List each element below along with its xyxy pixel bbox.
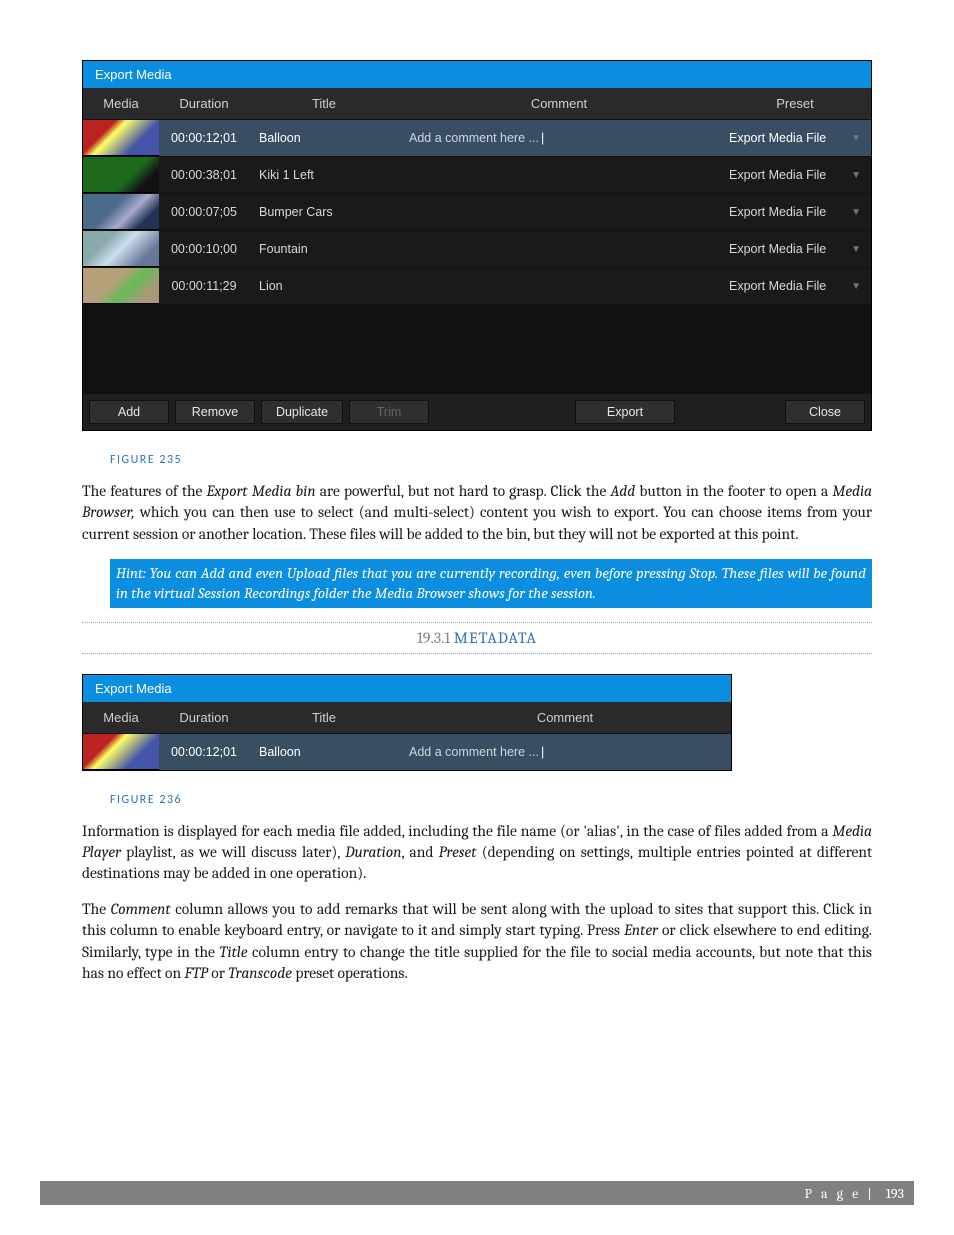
preset-cell[interactable]: Export Media File ▼ xyxy=(719,194,871,230)
col-media-header: Media xyxy=(83,88,159,119)
media-thumbnail xyxy=(83,231,159,267)
preset-label: Export Media File xyxy=(729,131,826,145)
panel-title: Export Media xyxy=(83,61,871,88)
col-preset-header: Preset xyxy=(719,88,871,119)
export-button[interactable]: Export xyxy=(575,400,675,424)
col-title-header: Title xyxy=(249,88,399,119)
preset-cell[interactable]: Export Media File ▼ xyxy=(719,120,871,156)
close-button[interactable]: Close xyxy=(785,400,865,424)
figure-caption-236: FIGURE 236 xyxy=(110,793,872,807)
comment-placeholder: Add a comment here ... xyxy=(409,131,544,145)
title-cell[interactable]: Balloon xyxy=(249,734,399,770)
duplicate-button[interactable]: Duplicate xyxy=(261,400,343,424)
remove-button[interactable]: Remove xyxy=(175,400,255,424)
page-footer: P a g e | 193 xyxy=(40,1181,914,1205)
table-row[interactable]: 00:00:07;05Bumper Cars Export Media File ▼ xyxy=(83,193,871,230)
preset-label: Export Media File xyxy=(729,205,826,219)
title-cell[interactable]: Kiki 1 Left xyxy=(249,157,399,193)
comment-cell[interactable] xyxy=(399,268,719,304)
chevron-down-icon: ▼ xyxy=(851,133,861,144)
table-row[interactable]: 00:00:10;00Fountain Export Media File ▼ xyxy=(83,230,871,267)
preset-label: Export Media File xyxy=(729,168,826,182)
col-comment-header: Comment xyxy=(399,88,719,119)
panel-title-small: Export Media xyxy=(83,675,731,702)
body-paragraph: Information is displayed for each media … xyxy=(82,821,872,885)
panel-empty-area xyxy=(83,304,871,394)
preset-label: Export Media File xyxy=(729,242,826,256)
col-duration-header: Duration xyxy=(159,88,249,119)
duration-cell: 00:00:11;29 xyxy=(159,268,249,304)
media-thumbnail xyxy=(83,157,159,193)
media-thumbnail xyxy=(83,120,159,156)
chevron-down-icon: ▼ xyxy=(851,244,861,255)
chevron-down-icon: ▼ xyxy=(851,281,861,292)
title-cell[interactable]: Bumper Cars xyxy=(249,194,399,230)
page-sep: | xyxy=(867,1185,871,1202)
section-rule-bottom xyxy=(82,653,872,654)
comment-cell[interactable]: Add a comment here ... xyxy=(399,120,719,156)
body-paragraph: The features of the Export Media bin are… xyxy=(82,481,872,545)
media-thumbnail xyxy=(83,194,159,230)
export-media-panel-small: Export Media Media Duration Title Commen… xyxy=(82,674,732,771)
preset-cell[interactable]: Export Media File ▼ xyxy=(719,268,871,304)
table-row[interactable]: 00:00:12;01Balloon Add a comment here ...… xyxy=(83,119,871,156)
duration-cell: 00:00:12;01 xyxy=(159,120,249,156)
title-cell[interactable]: Balloon xyxy=(249,120,399,156)
table-row[interactable]: 00:00:11;29Lion Export Media File ▼ xyxy=(83,267,871,304)
col-media-header: Media xyxy=(83,702,159,733)
page-label: P a g e xyxy=(804,1185,861,1202)
duration-cell: 00:00:10;00 xyxy=(159,231,249,267)
preset-label: Export Media File xyxy=(729,279,826,293)
figure-caption-235: FIGURE 235 xyxy=(110,453,872,467)
page-number: 193 xyxy=(886,1185,904,1202)
section-title: METADATA xyxy=(454,629,537,647)
duration-cell: 00:00:12;01 xyxy=(159,734,249,770)
comment-cell[interactable] xyxy=(399,194,719,230)
comment-cell[interactable] xyxy=(399,231,719,267)
chevron-down-icon: ▼ xyxy=(851,170,861,181)
title-cell[interactable]: Lion xyxy=(249,268,399,304)
hint-box: Hint: You can Add and even Upload files … xyxy=(110,559,872,608)
comment-cell[interactable]: Add a comment here ... xyxy=(399,734,731,770)
column-headers: Media Duration Title Comment Preset xyxy=(83,88,871,119)
chevron-down-icon: ▼ xyxy=(851,207,861,218)
table-row[interactable]: 00:00:12;01 Balloon Add a comment here .… xyxy=(83,733,731,770)
table-row[interactable]: 00:00:38;01Kiki 1 Left Export Media File ▼ xyxy=(83,156,871,193)
duration-cell: 00:00:07;05 xyxy=(159,194,249,230)
duration-cell: 00:00:38;01 xyxy=(159,157,249,193)
media-thumbnail xyxy=(83,268,159,304)
col-duration-header: Duration xyxy=(159,702,249,733)
comment-cell[interactable] xyxy=(399,157,719,193)
column-headers-small: Media Duration Title Comment xyxy=(83,702,731,733)
trim-button: Trim xyxy=(349,400,429,424)
comment-placeholder: Add a comment here ... xyxy=(409,745,544,759)
preset-cell[interactable]: Export Media File ▼ xyxy=(719,157,871,193)
title-cell[interactable]: Fountain xyxy=(249,231,399,267)
add-button[interactable]: Add xyxy=(89,400,169,424)
media-thumbnail xyxy=(83,734,159,770)
col-title-header: Title xyxy=(249,702,399,733)
panel-footer: Add Remove Duplicate Trim Export Close xyxy=(83,394,871,430)
section-number: 19.3.1 xyxy=(417,629,450,647)
export-media-panel: Export Media Media Duration Title Commen… xyxy=(82,60,872,431)
preset-cell[interactable]: Export Media File ▼ xyxy=(719,231,871,267)
section-heading: 19.3.1 METADATA xyxy=(82,629,872,647)
section-rule-top xyxy=(82,622,872,623)
col-comment-header: Comment xyxy=(399,702,731,733)
body-paragraph: The Comment column allows you to add rem… xyxy=(82,899,872,985)
